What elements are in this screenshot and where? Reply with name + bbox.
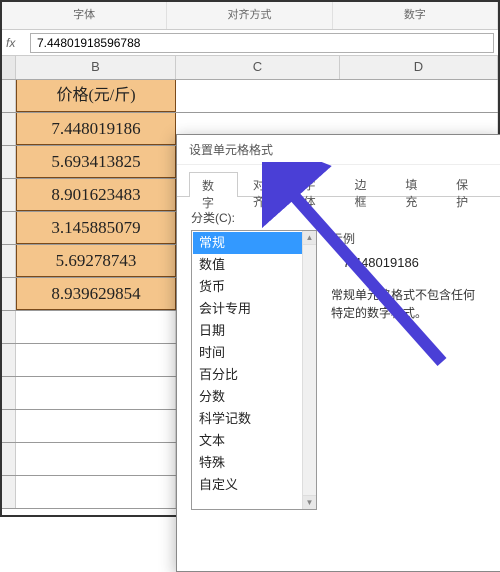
column-header-d[interactable]: D [340, 56, 498, 79]
row-header[interactable] [2, 344, 16, 376]
cell[interactable] [16, 311, 176, 343]
column-header-b[interactable]: B [16, 56, 176, 79]
scrollbar[interactable]: ▲ ▼ [302, 231, 316, 509]
tab-align[interactable]: 对齐 [240, 171, 289, 196]
row-header[interactable] [2, 212, 16, 244]
format-cells-dialog: 设置单元格格式 数字 对齐 字体 边框 填充 保护 分类(C): 常规 数值 货… [176, 134, 500, 572]
cell[interactable]: 5.69278743 [16, 245, 176, 277]
list-item[interactable]: 货币 [193, 276, 315, 298]
cell[interactable] [16, 410, 176, 442]
column-header-c[interactable]: C [176, 56, 340, 79]
cell[interactable] [16, 377, 176, 409]
list-item[interactable]: 日期 [193, 320, 315, 342]
ribbon-group-align: 对齐方式 [167, 2, 332, 29]
ribbon-group-number: 数字 [333, 2, 498, 29]
cell[interactable]: 8.901623483 [16, 179, 176, 211]
row-header[interactable] [2, 311, 16, 343]
row-header[interactable] [2, 443, 16, 475]
category-label: 分类(C): [191, 209, 486, 226]
cell[interactable]: 价格(元/斤) [16, 80, 176, 112]
list-item[interactable]: 百分比 [193, 364, 315, 386]
row-header[interactable] [2, 80, 16, 112]
formula-input[interactable] [30, 33, 494, 53]
list-item[interactable]: 特殊 [193, 452, 315, 474]
dialog-tabs: 数字 对齐 字体 边框 填充 保护 [177, 165, 500, 197]
list-item[interactable]: 数值 [193, 254, 315, 276]
row-header[interactable] [2, 146, 16, 178]
tab-border[interactable]: 边框 [341, 171, 390, 196]
scroll-down-icon[interactable]: ▼ [303, 495, 316, 509]
ribbon-group-font: 字体 [2, 2, 167, 29]
tab-number[interactable]: 数字 [189, 172, 238, 197]
row-header[interactable] [2, 377, 16, 409]
list-item[interactable]: 分数 [193, 386, 315, 408]
scroll-up-icon[interactable]: ▲ [303, 231, 316, 245]
cell[interactable]: 3.145885079 [16, 212, 176, 244]
row-header[interactable] [2, 179, 16, 211]
preview-panel: 示例 7.448019186 常规单元格格式不包含任何特定的数字格式。 [331, 230, 486, 510]
tab-protect[interactable]: 保护 [443, 171, 492, 196]
row-header[interactable] [2, 278, 16, 310]
dialog-body: 分类(C): 常规 数值 货币 会计专用 日期 时间 百分比 分数 科学记数 文… [177, 197, 500, 522]
formula-bar: fx [2, 30, 498, 56]
list-item[interactable]: 时间 [193, 342, 315, 364]
tab-font[interactable]: 字体 [291, 171, 340, 196]
list-item[interactable]: 文本 [193, 430, 315, 452]
category-listbox[interactable]: 常规 数值 货币 会计专用 日期 时间 百分比 分数 科学记数 文本 特殊 自定… [191, 230, 317, 510]
list-item[interactable]: 科学记数 [193, 408, 315, 430]
row-header[interactable] [2, 476, 16, 508]
tab-fill[interactable]: 填充 [392, 171, 441, 196]
cell[interactable] [16, 476, 176, 508]
example-value: 7.448019186 [331, 255, 486, 270]
select-all-corner[interactable] [2, 56, 16, 79]
list-item[interactable]: 常规 [193, 232, 315, 254]
ribbon-groups: 字体 对齐方式 数字 [2, 2, 498, 30]
cell[interactable] [16, 344, 176, 376]
example-label: 示例 [331, 230, 486, 247]
spreadsheet-grid: B C D 价格(元/斤) 7.448019186 5.693413825 8.… [2, 56, 498, 515]
format-description: 常规单元格格式不包含任何特定的数字格式。 [331, 286, 486, 322]
row-header[interactable] [2, 410, 16, 442]
row-header[interactable] [2, 245, 16, 277]
fx-icon[interactable]: fx [6, 36, 24, 50]
row-header[interactable] [2, 113, 16, 145]
list-item[interactable]: 会计专用 [193, 298, 315, 320]
column-headers: B C D [2, 56, 498, 80]
dialog-title: 设置单元格格式 [177, 135, 500, 165]
cell[interactable] [176, 80, 498, 112]
list-item[interactable]: 自定义 [193, 474, 315, 496]
cell[interactable]: 7.448019186 [16, 113, 176, 145]
cell[interactable]: 8.939629854 [16, 278, 176, 310]
cell[interactable]: 5.693413825 [16, 146, 176, 178]
table-row: 价格(元/斤) [2, 80, 498, 113]
cell[interactable] [16, 443, 176, 475]
